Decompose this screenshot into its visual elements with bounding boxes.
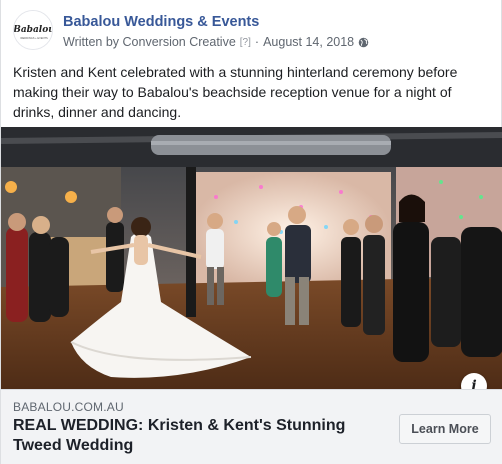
link-domain: BABALOU.COM.AU — [13, 400, 124, 414]
logo-subtext: WEDDINGS + EVENTS — [20, 36, 48, 40]
facebook-post-card: Babalou WEDDINGS + EVENTS Babalou Weddin… — [0, 0, 502, 464]
author-link[interactable]: Conversion Creative — [123, 35, 236, 49]
help-marker[interactable]: [?] — [240, 37, 251, 48]
learn-more-button[interactable]: Learn More — [399, 414, 491, 444]
link-title[interactable]: REAL WEDDING: Kristen & Kent's Stunning … — [13, 416, 383, 456]
post-meta: Written by Conversion Creative [?] · Aug… — [63, 35, 369, 49]
page-name-link[interactable]: Babalou Weddings & Events — [63, 14, 259, 30]
post-message: Kristen and Kent celebrated with a stunn… — [13, 64, 458, 120]
written-by-label: Written by — [63, 35, 120, 49]
page-avatar[interactable]: Babalou WEDDINGS + EVENTS — [13, 10, 53, 50]
logo-word: Babalou — [14, 25, 53, 35]
meta-separator: · — [254, 35, 260, 49]
babalou-logo: Babalou WEDDINGS + EVENTS — [14, 11, 53, 49]
globe-icon[interactable] — [358, 37, 369, 48]
wedding-dance-photo — [1, 127, 502, 389]
post-date[interactable]: August 14, 2018 — [263, 35, 354, 49]
link-preview[interactable]: BABALOU.COM.AU REAL WEDDING: Kristen & K… — [1, 389, 502, 464]
post-header: Babalou WEDDINGS + EVENTS Babalou Weddin… — [13, 10, 489, 54]
post-image[interactable] — [1, 127, 502, 389]
